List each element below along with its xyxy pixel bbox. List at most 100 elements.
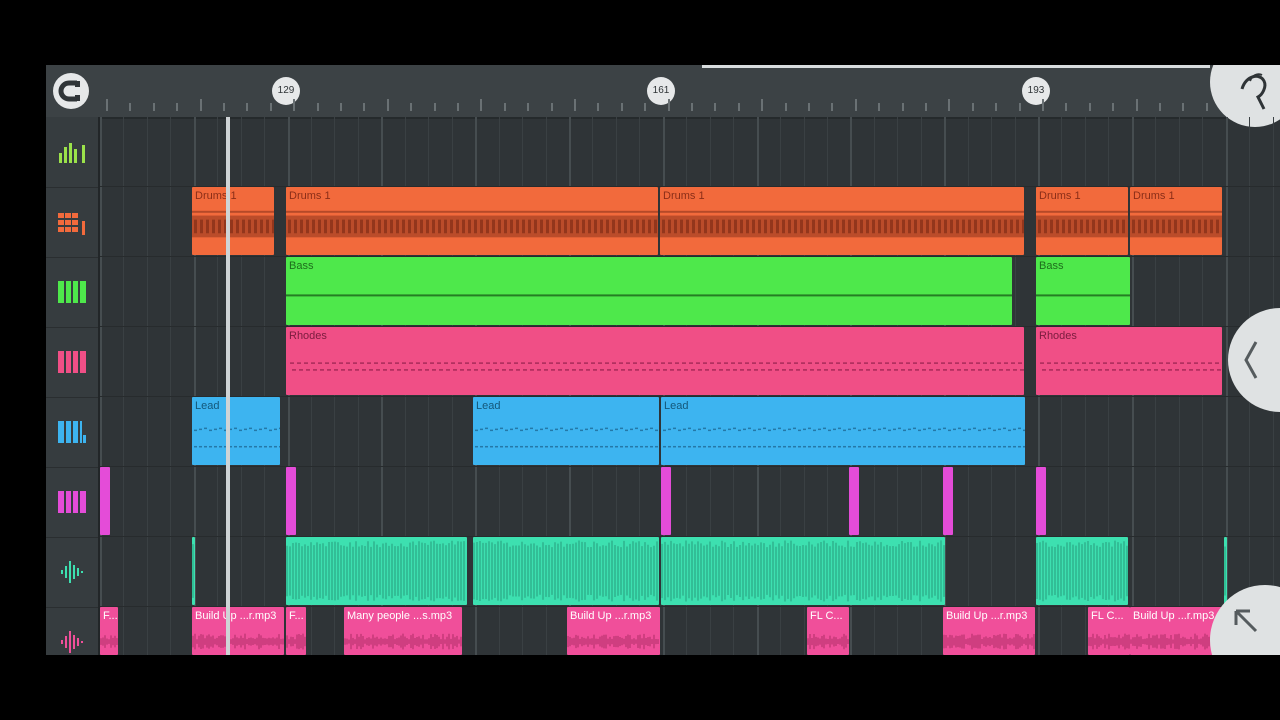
clip-label: Many people ...s.mp3 [347,610,452,622]
clip-label: FL C... [810,610,843,622]
clip-drums[interactable]: Drums 1 [660,187,1024,255]
clip-rhodes[interactable]: Rhodes [1036,327,1222,395]
playlist-grid[interactable]: Drums 1 Drums 1 Drums 1 Drums 1 Drums 1 … [100,117,1280,655]
drum-pads-icon [58,209,86,235]
snap-magnet-button[interactable] [53,73,89,109]
ruler-tick [925,103,927,111]
scroll-position-bar[interactable] [702,65,1210,68]
clip-audio-1[interactable] [1036,537,1128,605]
ruler-tick [387,99,389,111]
track-rhodes-header[interactable] [46,327,98,398]
clip-audio-2[interactable]: FL C... [807,607,849,655]
clip-perc[interactable] [1036,467,1046,535]
ruler-tick [200,99,202,111]
track-meter-header[interactable] [46,117,98,188]
track-bass-header[interactable] [46,257,98,328]
clip-perc[interactable] [100,467,110,535]
clip-audio-2[interactable]: Build Up ...r.mp3 [567,607,660,655]
clip-audio-2[interactable]: Build Up ...r.mp3 [192,607,284,655]
ruler-tick [761,99,763,111]
bar-marker-161[interactable]: 161 [647,77,675,105]
clip-content-preview [1036,467,1046,535]
ruler-tick [738,103,740,111]
clip-content-preview [286,467,296,535]
ruler-tick [597,103,599,111]
ruler-tick [270,103,272,111]
clip-drums[interactable]: Drums 1 [286,187,658,255]
clip-drums[interactable]: Drums 1 [1036,187,1128,255]
clip-lead[interactable]: Lead [192,397,280,465]
clip-label: F... [289,610,304,622]
ruler-tick [668,99,670,111]
track-lead-header[interactable] [46,397,98,468]
clip-label: Drums 1 [1039,190,1081,202]
ruler-tick [480,99,482,111]
ruler-tick [317,103,319,111]
piano-roll-icon [58,349,86,375]
clip-audio-2[interactable]: Many people ...s.mp3 [344,607,462,655]
magnet-icon [53,73,89,109]
bar-marker-129[interactable]: 129 [272,77,300,105]
clip-bass[interactable]: Bass [286,257,1012,325]
ruler-tick [1065,103,1067,111]
timeline-ruler[interactable]: 129 161 193 [46,65,1280,119]
track-audio-2-header[interactable] [46,607,98,655]
clip-perc[interactable] [286,467,296,535]
ruler-tick [691,103,693,111]
ruler-tick [1159,103,1161,111]
ruler-tick [714,103,716,111]
track-perc-header[interactable] [46,467,98,538]
clip-audio-1[interactable] [473,537,659,605]
ruler-tick [340,103,342,111]
clip-label: Build Up ...r.mp3 [946,610,1027,622]
clip-audio-2[interactable]: F... [286,607,306,655]
clip-rhodes[interactable]: Rhodes [286,327,1024,395]
expand-button[interactable] [1210,585,1280,655]
bar-marker-193[interactable]: 193 [1022,77,1050,105]
ruler-tick [831,103,833,111]
clip-label: Drums 1 [663,190,705,202]
bar-marker-label: 193 [1028,85,1045,96]
clip-label: Bass [289,260,313,272]
grid-line [147,117,148,655]
clip-audio-2[interactable]: F... [100,607,118,655]
ruler-tick [808,103,810,111]
clip-label: Build Up ...r.mp3 [1133,610,1214,622]
track-drums-header[interactable] [46,187,98,258]
clip-label: Build Up ...r.mp3 [195,610,276,622]
clip-label: Lead [476,400,500,412]
ruler-tick [434,103,436,111]
ruler-tick [527,103,529,111]
playhead[interactable] [226,117,230,655]
clip-drums[interactable]: Drums 1 [192,187,274,255]
ruler-tick [785,103,787,111]
bar-marker-label: 161 [653,85,670,96]
piano-roll-icon [58,419,86,445]
clip-content-preview [100,467,110,535]
clip-audio-1[interactable] [286,537,467,605]
clip-content-preview [286,327,1024,395]
clip-audio-2[interactable]: Build Up ...r.mp3 [943,607,1035,655]
grid-line [170,117,171,655]
clip-content-preview [473,397,659,465]
ruler-tick [1042,99,1044,111]
clip-audio-2[interactable]: FL C... [1088,607,1130,655]
clip-lead[interactable]: Lead [661,397,1025,465]
collapse-panel-button[interactable] [1228,308,1280,412]
waveform-icon [58,629,86,655]
clip-perc[interactable] [849,467,859,535]
clip-bass[interactable]: Bass [1036,257,1130,325]
grid-line [123,117,124,655]
clip-audio-1[interactable] [192,537,195,605]
chevron-left-icon [1228,308,1280,412]
track-audio-1-header[interactable] [46,537,98,608]
clip-label: Lead [664,400,688,412]
ruler-tick [293,99,295,111]
clip-perc[interactable] [661,467,671,535]
clip-audio-1[interactable] [661,537,945,605]
clip-content-preview [660,187,1024,255]
clip-lead[interactable]: Lead [473,397,659,465]
clip-perc[interactable] [943,467,953,535]
clip-content-preview [192,537,195,605]
clip-drums[interactable]: Drums 1 [1130,187,1222,255]
